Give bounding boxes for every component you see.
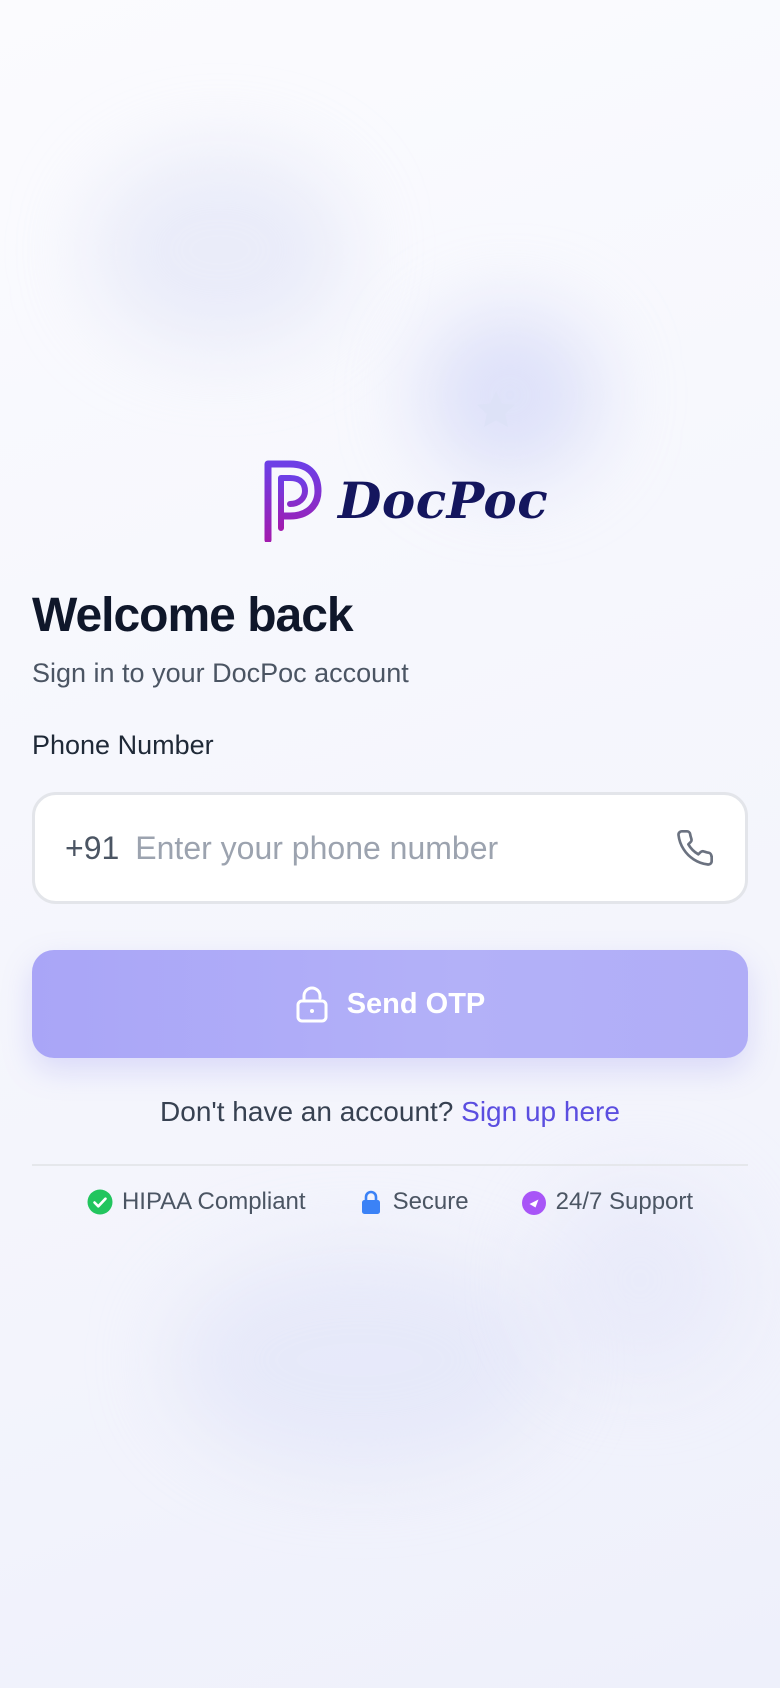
send-otp-button[interactable]: Send OTP xyxy=(32,950,748,1058)
page-subtitle: Sign in to your DocPoc account xyxy=(32,658,409,688)
background-glow xyxy=(90,150,350,350)
docpoc-logo-icon xyxy=(264,460,322,542)
send-otp-label: Send OTP xyxy=(346,987,486,1020)
support-icon xyxy=(521,1191,546,1215)
badge-label: 24/7 Support xyxy=(555,1188,694,1215)
check-circle-icon xyxy=(87,1189,113,1215)
brand-logo: DocPoc xyxy=(262,458,548,542)
lock-icon xyxy=(296,986,328,1023)
badge-support: 24/7 Support xyxy=(521,1188,693,1216)
badge-hipaa: HIPAA Compliant xyxy=(87,1188,306,1216)
badge-label: HIPAA Compliant xyxy=(121,1188,306,1215)
phone-number-label: Phone Number xyxy=(32,730,214,760)
signup-prompt-text: Don't have an account? xyxy=(160,1096,454,1127)
trust-badges: HIPAA Compliant Secure 24/7 Support xyxy=(32,1188,748,1216)
login-form: Welcome back Sign in to your DocPoc acco… xyxy=(32,586,748,1216)
phone-input[interactable] xyxy=(135,829,675,867)
badge-label: Secure xyxy=(392,1188,469,1215)
badge-secure: Secure xyxy=(358,1188,469,1216)
brand-wordmark: DocPoc xyxy=(338,470,549,530)
page-title: Welcome back xyxy=(32,589,354,642)
phone-number-field[interactable]: +91 xyxy=(32,792,748,904)
lock-icon xyxy=(361,1190,380,1214)
signup-prompt: Don't have an account? Sign up here xyxy=(32,1094,748,1130)
country-code: +91 xyxy=(65,829,120,866)
divider xyxy=(32,1164,748,1166)
phone-icon xyxy=(677,829,714,866)
signup-link[interactable]: Sign up here xyxy=(461,1096,620,1127)
background-glow xyxy=(170,1250,550,1470)
star-icon xyxy=(477,391,515,427)
